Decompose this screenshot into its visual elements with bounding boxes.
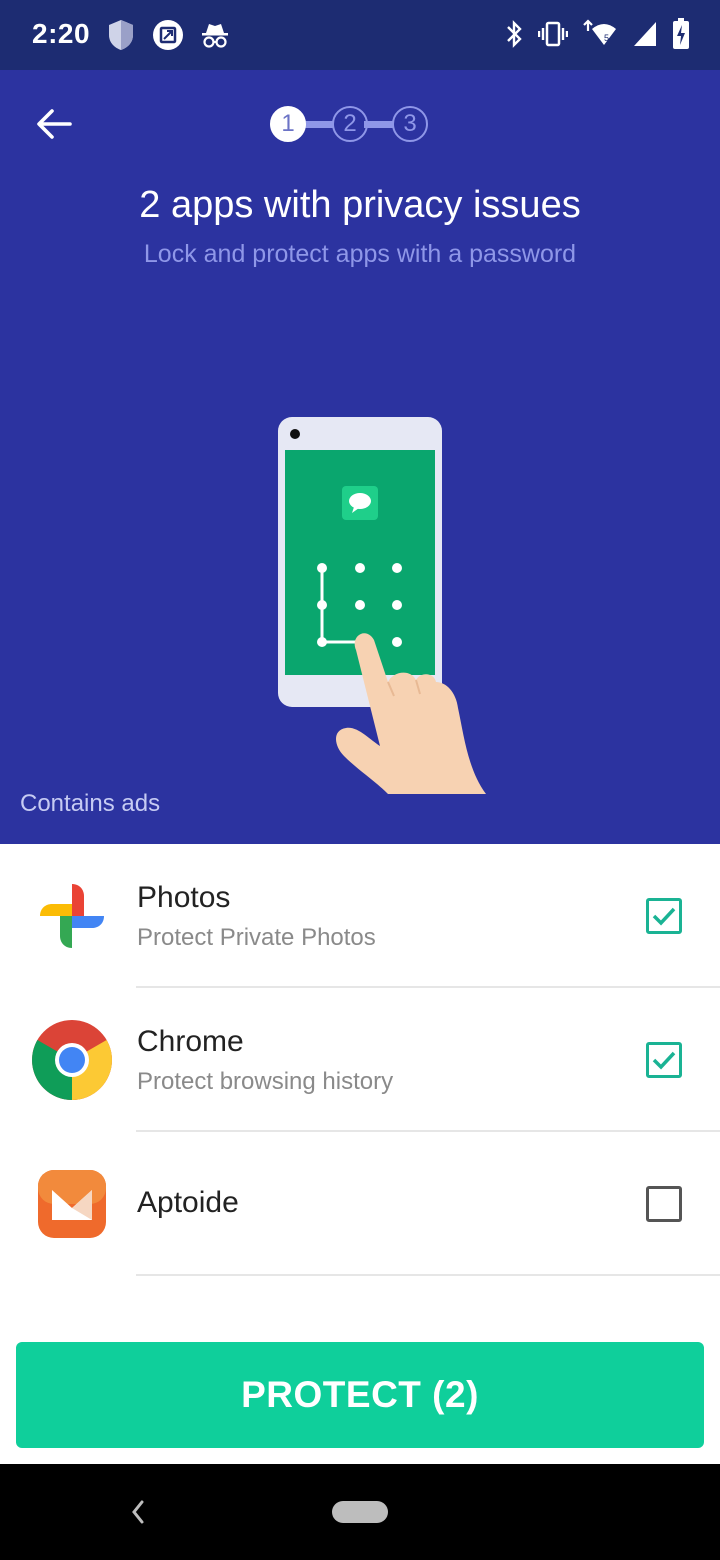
chrome-icon <box>32 1020 112 1100</box>
page-title: 2 apps with privacy issues <box>139 184 581 226</box>
list-item-chrome[interactable]: Chrome Protect browsing history <box>0 988 720 1132</box>
protect-button[interactable]: PROTECT (2) <box>16 1342 704 1448</box>
nav-home-button[interactable] <box>332 1501 388 1523</box>
status-bar: 2:20 5 <box>0 0 720 70</box>
bluetooth-icon <box>507 20 522 48</box>
aptoide-checkbox[interactable] <box>646 1186 682 1222</box>
check-icon <box>652 907 676 926</box>
divider <box>136 1274 720 1276</box>
progress-stepper: 1 2 3 <box>270 106 430 142</box>
page-subtitle: Lock and protect apps with a password <box>143 240 577 268</box>
wifi-icon: 5 <box>583 19 616 45</box>
chrome-checkbox[interactable] <box>646 1042 682 1078</box>
nav-back-icon[interactable] <box>126 1498 150 1526</box>
step-1: 1 <box>270 106 306 142</box>
google-photos-icon <box>40 884 104 948</box>
incognito-icon <box>202 24 228 48</box>
step-2: 2 <box>332 106 368 142</box>
svg-text:5: 5 <box>604 33 609 43</box>
check-icon <box>652 1051 676 1070</box>
vibrate-icon <box>538 21 568 47</box>
app-name: Aptoide <box>137 1186 239 1219</box>
step-connector <box>304 121 334 128</box>
photos-checkbox[interactable] <box>646 898 682 934</box>
list-item-photos[interactable]: Photos Protect Private Photos <box>0 844 720 988</box>
phone-pattern-lock-illustration <box>278 417 486 794</box>
back-arrow-icon[interactable] <box>34 108 74 140</box>
header-banner: 1 2 3 2 apps with privacy issues Lock an… <box>0 70 720 844</box>
status-left-icons <box>106 18 230 52</box>
app-list: Photos Protect Private Photos Chrome Pro… <box>0 844 720 1276</box>
app-description: Protect browsing history <box>137 1068 394 1095</box>
aptoide-icon <box>38 1170 106 1238</box>
app-name: Photos <box>137 881 231 914</box>
status-right-icons: 5 <box>504 18 690 50</box>
step-3: 3 <box>392 106 428 142</box>
list-item-aptoide[interactable]: Aptoide <box>0 1132 720 1276</box>
screen-rotate-icon <box>153 20 183 50</box>
app-name: Chrome <box>137 1025 244 1058</box>
navigation-bar <box>0 1464 720 1560</box>
signal-icon <box>634 22 656 46</box>
shield-icon <box>109 20 133 50</box>
app-description: Protect Private Photos <box>137 924 376 951</box>
contains-ads-label: Contains ads <box>20 790 161 817</box>
status-time: 2:20 <box>32 18 91 49</box>
step-connector <box>364 121 394 128</box>
battery-charging-icon <box>673 18 689 49</box>
